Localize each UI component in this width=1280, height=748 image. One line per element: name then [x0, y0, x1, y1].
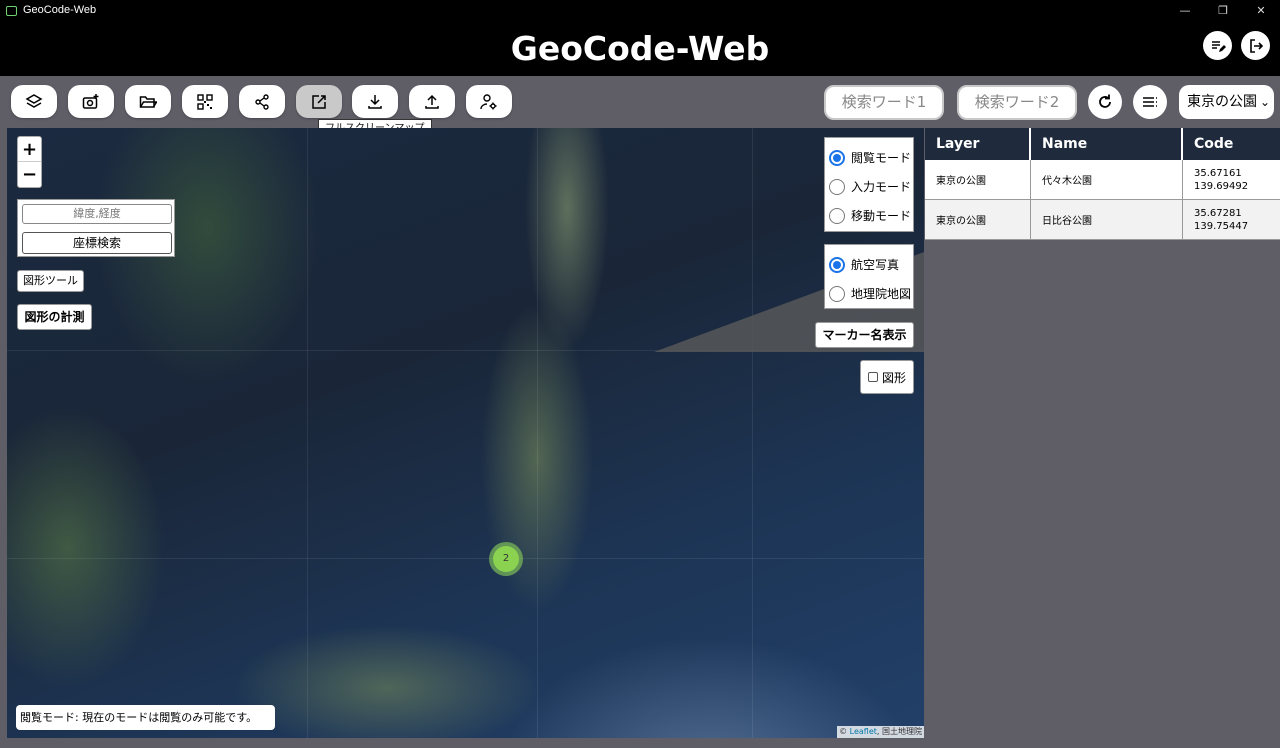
cell-name: 日比谷公園 [1031, 200, 1183, 240]
app-icon [5, 4, 17, 16]
radio-gsi[interactable] [829, 285, 845, 302]
table-row[interactable]: 東京の公園 代々木公園 35.67161 139.69492 [925, 160, 1280, 200]
window-title: GeoCode-Web [23, 4, 97, 16]
column-header-layer[interactable]: Layer [925, 128, 1031, 160]
radio-aerial[interactable] [829, 256, 845, 273]
leaflet-link[interactable]: Leaflet [850, 727, 877, 736]
radio-move[interactable] [829, 207, 845, 224]
app-title: GeoCode-Web [510, 29, 770, 68]
close-button[interactable]: ✕ [1242, 0, 1280, 20]
mode-view-option[interactable]: 閲覧モード [829, 149, 911, 166]
maximize-button[interactable]: ❐ [1204, 0, 1242, 20]
shape-tool-button[interactable]: 図形ツール [17, 270, 84, 292]
mode-status-bar: 閲覧モード: 現在のモードは閲覧のみ可能です。 [16, 705, 275, 730]
upload-button[interactable] [409, 85, 455, 118]
marker-cluster[interactable]: 2 [489, 542, 523, 576]
search-word-1-input[interactable]: 検索ワード1 [824, 85, 944, 120]
mode-input-option[interactable]: 入力モード [829, 178, 911, 195]
edit-list-icon [1211, 40, 1226, 52]
download-button[interactable] [352, 85, 398, 118]
column-header-name[interactable]: Name [1031, 128, 1183, 160]
shape-checkbox[interactable] [867, 372, 878, 382]
map-attribution: © Leaflet, 国土地理院 [837, 726, 924, 738]
layers-icon [25, 93, 43, 108]
refresh-button[interactable] [1088, 85, 1122, 119]
user-settings-button[interactable] [466, 85, 512, 118]
table-header: Layer Name Code [925, 128, 1280, 160]
shape-measure-button[interactable]: 図形の計測 [17, 304, 92, 330]
cluster-count: 2 [493, 546, 519, 572]
zoom-out-button[interactable]: − [18, 162, 41, 187]
mode-panel: 閲覧モード 入力モード 移動モード [824, 137, 914, 232]
edit-list-button[interactable] [1203, 31, 1232, 60]
qr-code-icon [197, 93, 213, 110]
marker-name-toggle-button[interactable]: マーカー名表示 [815, 322, 914, 348]
coordinate-search-panel: 緯度,経度 座標検索 [17, 199, 175, 257]
user-gear-icon [480, 93, 497, 109]
upload-icon [425, 94, 439, 109]
open-folder-button[interactable] [125, 85, 171, 118]
list-icon [1143, 97, 1157, 107]
external-link-icon [312, 94, 326, 109]
window-titlebar: GeoCode-Web — ❐ ✕ [0, 0, 1280, 20]
radio-view[interactable] [829, 149, 845, 166]
map-view[interactable]: + − 緯度,経度 座標検索 図形ツール 図形の計測 閲覧モード 入力モード 移… [7, 128, 924, 738]
cell-name: 代々木公園 [1031, 160, 1183, 200]
logout-icon [1249, 38, 1263, 53]
mode-move-option[interactable]: 移動モード [829, 207, 911, 224]
cell-layer: 東京の公園 [925, 160, 1031, 200]
add-photo-button[interactable] [68, 85, 114, 118]
layer-gsi-option[interactable]: 地理院地図 [829, 285, 911, 302]
layers-button[interactable] [11, 85, 57, 118]
fullscreen-map-button[interactable] [296, 85, 342, 118]
zoom-in-button[interactable]: + [18, 137, 41, 162]
layer-aerial-option[interactable]: 航空写真 [829, 256, 899, 273]
refresh-icon [1099, 94, 1111, 108]
shape-checkbox-control[interactable]: 図形 [860, 360, 914, 394]
window-controls: — ❐ ✕ [1166, 0, 1280, 20]
zoom-control: + − [17, 136, 42, 188]
chevron-down-icon: ⌄ [1259, 95, 1270, 109]
app-header: GeoCode-Web [0, 20, 1280, 76]
minimize-button[interactable]: — [1166, 0, 1204, 20]
coordinate-search-button[interactable]: 座標検索 [22, 232, 172, 254]
cell-code: 35.67161 139.69492 [1183, 160, 1280, 200]
share-icon [255, 93, 269, 110]
search-word-2-input[interactable]: 検索ワード2 [957, 85, 1077, 120]
cell-code: 35.67281 139.75447 [1183, 200, 1280, 240]
layer-select[interactable]: 東京の公園 ⌄ [1179, 85, 1274, 119]
share-button[interactable] [239, 85, 285, 118]
radio-input[interactable] [829, 178, 845, 195]
cell-layer: 東京の公園 [925, 200, 1031, 240]
download-icon [368, 94, 382, 109]
camera-add-icon [82, 93, 99, 109]
list-view-button[interactable] [1133, 85, 1167, 119]
logout-button[interactable] [1241, 31, 1270, 60]
qr-code-button[interactable] [182, 85, 228, 118]
layer-select-value: 東京の公園 [1187, 94, 1257, 110]
coordinate-input[interactable]: 緯度,経度 [22, 204, 172, 224]
table-row[interactable]: 東京の公園 日比谷公園 35.67281 139.75447 [925, 200, 1280, 240]
column-header-code[interactable]: Code [1183, 128, 1280, 160]
folder-open-icon [139, 95, 157, 108]
base-layer-panel: 航空写真 地理院地図 [824, 244, 914, 309]
